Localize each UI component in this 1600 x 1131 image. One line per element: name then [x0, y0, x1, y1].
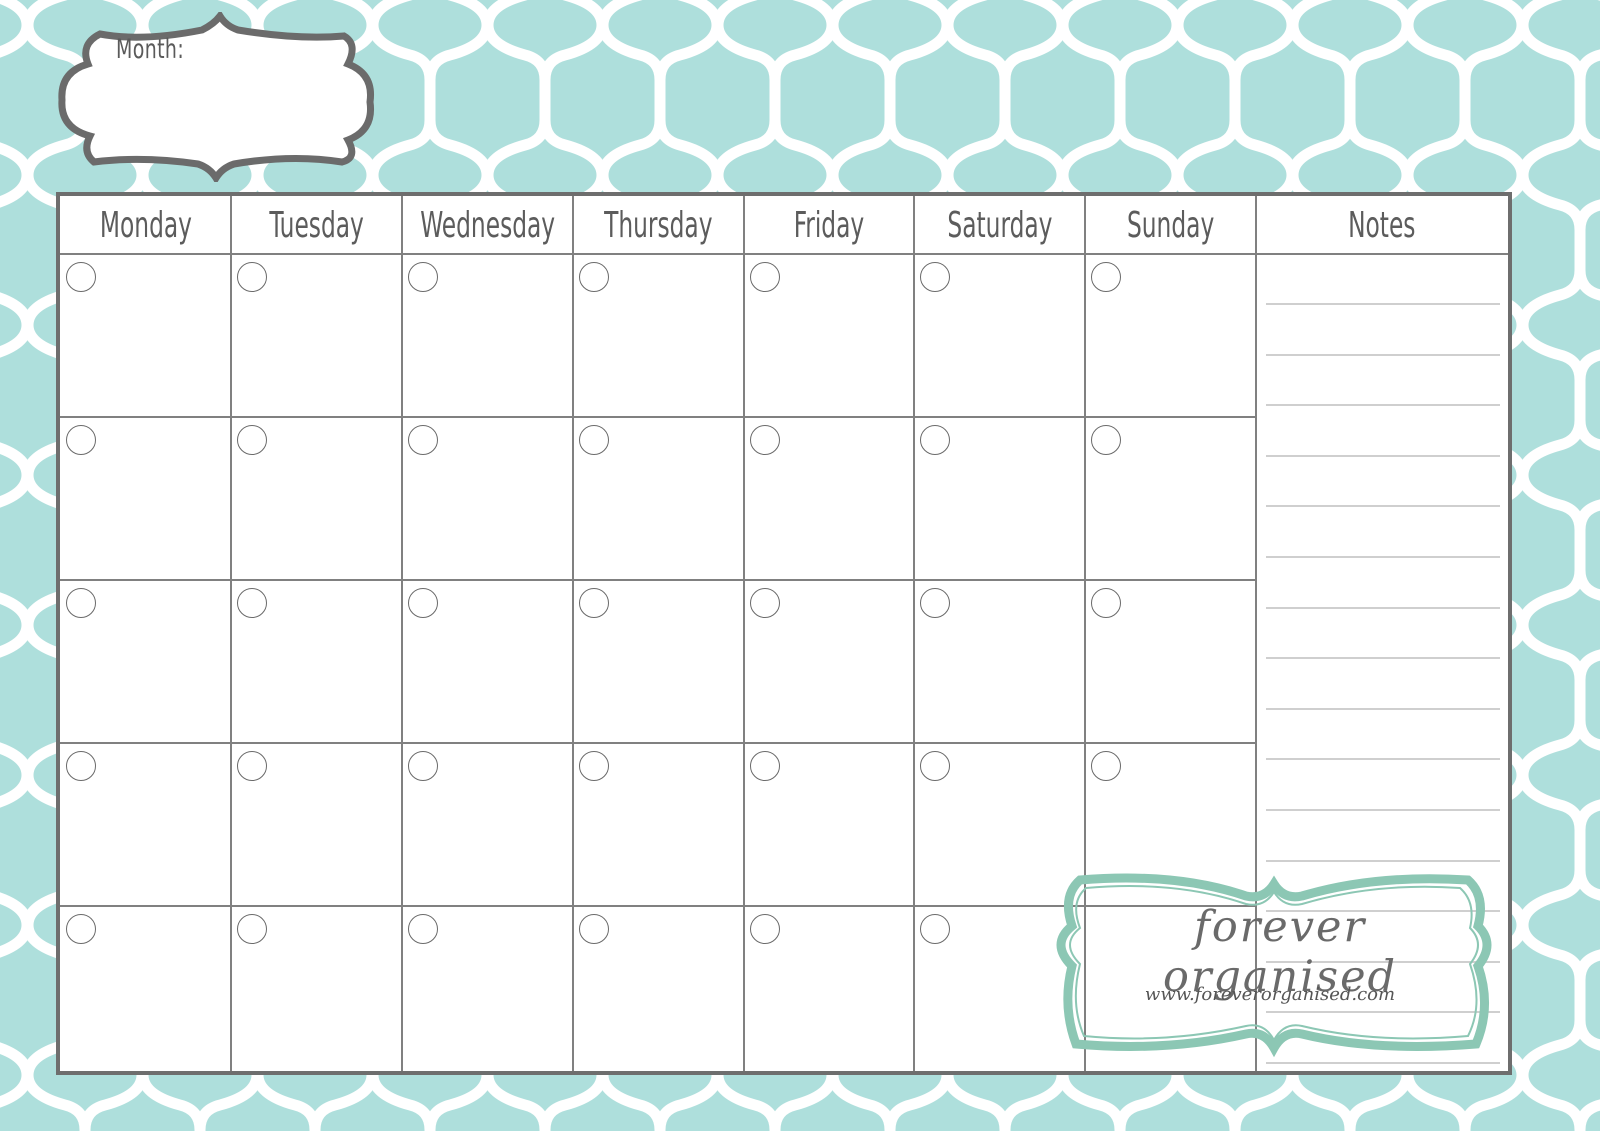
day-cell[interactable]: [744, 580, 914, 743]
month-input[interactable]: [112, 72, 346, 144]
date-number-circle[interactable]: [408, 262, 438, 292]
brand-badge: forever organised www.foreverorganised.c…: [1046, 866, 1502, 1062]
day-cell[interactable]: [231, 906, 402, 1071]
notes-line[interactable]: [1266, 859, 1500, 862]
date-number-circle[interactable]: [237, 751, 267, 781]
notes-header-label: Notes: [1348, 204, 1416, 246]
brand-url-link[interactable]: www.foreverorganised.com: [1090, 984, 1450, 1005]
date-number-circle[interactable]: [750, 262, 780, 292]
notes-line[interactable]: [1266, 404, 1500, 407]
date-number-circle[interactable]: [920, 425, 950, 455]
day-header-tuesday: Tuesday: [231, 196, 402, 254]
date-number-circle[interactable]: [750, 914, 780, 944]
day-cell[interactable]: [402, 580, 573, 743]
day-header-sunday: Sunday: [1085, 196, 1256, 254]
day-header-monday: Monday: [60, 196, 231, 254]
date-number-circle[interactable]: [237, 262, 267, 292]
date-number-circle[interactable]: [579, 262, 609, 292]
day-cell[interactable]: [744, 743, 914, 906]
date-number-circle[interactable]: [66, 425, 96, 455]
day-cell[interactable]: [231, 254, 402, 417]
date-number-circle[interactable]: [579, 588, 609, 618]
day-cell[interactable]: [744, 254, 914, 417]
day-cell[interactable]: [914, 254, 1085, 417]
notes-line[interactable]: [1266, 505, 1500, 508]
date-number-circle[interactable]: [237, 914, 267, 944]
date-number-circle[interactable]: [920, 588, 950, 618]
day-cell[interactable]: [573, 580, 744, 743]
day-header-label: Tuesday: [269, 204, 364, 246]
date-number-circle[interactable]: [750, 425, 780, 455]
day-cell[interactable]: [60, 580, 231, 743]
day-cell[interactable]: [231, 743, 402, 906]
notes-line[interactable]: [1266, 657, 1500, 660]
date-number-circle[interactable]: [66, 914, 96, 944]
date-number-circle[interactable]: [1091, 751, 1121, 781]
day-header-label: Thursday: [604, 204, 713, 246]
notes-line[interactable]: [1266, 707, 1500, 710]
date-number-circle[interactable]: [66, 262, 96, 292]
day-cell[interactable]: [914, 417, 1085, 580]
day-header-label: Saturday: [946, 204, 1053, 246]
notes-line[interactable]: [1266, 1062, 1500, 1064]
day-cell[interactable]: [60, 906, 231, 1071]
day-header-label: Friday: [793, 204, 865, 246]
date-number-circle[interactable]: [579, 425, 609, 455]
notes-line[interactable]: [1266, 353, 1500, 356]
date-number-circle[interactable]: [66, 588, 96, 618]
day-header-friday: Friday: [744, 196, 914, 254]
notes-line[interactable]: [1266, 606, 1500, 609]
month-label: Month:: [116, 34, 185, 65]
date-number-circle[interactable]: [920, 751, 950, 781]
date-number-circle[interactable]: [750, 588, 780, 618]
day-cell[interactable]: [573, 254, 744, 417]
day-cell[interactable]: [402, 254, 573, 417]
day-cell[interactable]: [60, 254, 231, 417]
date-number-circle[interactable]: [237, 588, 267, 618]
date-number-circle[interactable]: [237, 425, 267, 455]
day-cell[interactable]: [231, 580, 402, 743]
day-cell[interactable]: [231, 417, 402, 580]
notes-line[interactable]: [1266, 809, 1500, 811]
notes-header: Notes: [1256, 196, 1508, 254]
day-header-saturday: Saturday: [914, 196, 1085, 254]
day-cell[interactable]: [1085, 417, 1256, 580]
day-cell[interactable]: [402, 906, 573, 1071]
day-cell[interactable]: [60, 743, 231, 906]
date-number-circle[interactable]: [750, 751, 780, 781]
date-number-circle[interactable]: [1091, 588, 1121, 618]
day-cell[interactable]: [573, 906, 744, 1071]
day-header-label: Sunday: [1126, 204, 1215, 246]
day-cell[interactable]: [573, 417, 744, 580]
day-header-wednesday: Wednesday: [402, 196, 573, 254]
notes-line[interactable]: [1266, 556, 1500, 558]
day-cell[interactable]: [402, 417, 573, 580]
day-cell[interactable]: [60, 417, 231, 580]
date-number-circle[interactable]: [1091, 425, 1121, 455]
date-number-circle[interactable]: [579, 914, 609, 944]
date-number-circle[interactable]: [920, 262, 950, 292]
month-label-box: Month:: [52, 12, 382, 182]
date-number-circle[interactable]: [408, 588, 438, 618]
day-cell[interactable]: [744, 906, 914, 1071]
day-header-thursday: Thursday: [573, 196, 744, 254]
day-cell[interactable]: [1085, 580, 1256, 743]
date-number-circle[interactable]: [408, 914, 438, 944]
date-number-circle[interactable]: [579, 751, 609, 781]
day-cell[interactable]: [914, 580, 1085, 743]
notes-line[interactable]: [1266, 454, 1500, 457]
day-cell[interactable]: [1085, 254, 1256, 417]
day-cell[interactable]: [573, 743, 744, 906]
date-number-circle[interactable]: [408, 425, 438, 455]
date-number-circle[interactable]: [1091, 262, 1121, 292]
day-header-label: Monday: [99, 204, 192, 246]
date-number-circle[interactable]: [408, 751, 438, 781]
day-cell[interactable]: [402, 743, 573, 906]
notes-line[interactable]: [1266, 758, 1500, 761]
day-header-label: Wednesday: [420, 204, 555, 246]
day-cell[interactable]: [744, 417, 914, 580]
date-number-circle[interactable]: [66, 751, 96, 781]
notes-line[interactable]: [1266, 303, 1500, 305]
date-number-circle[interactable]: [920, 914, 950, 944]
